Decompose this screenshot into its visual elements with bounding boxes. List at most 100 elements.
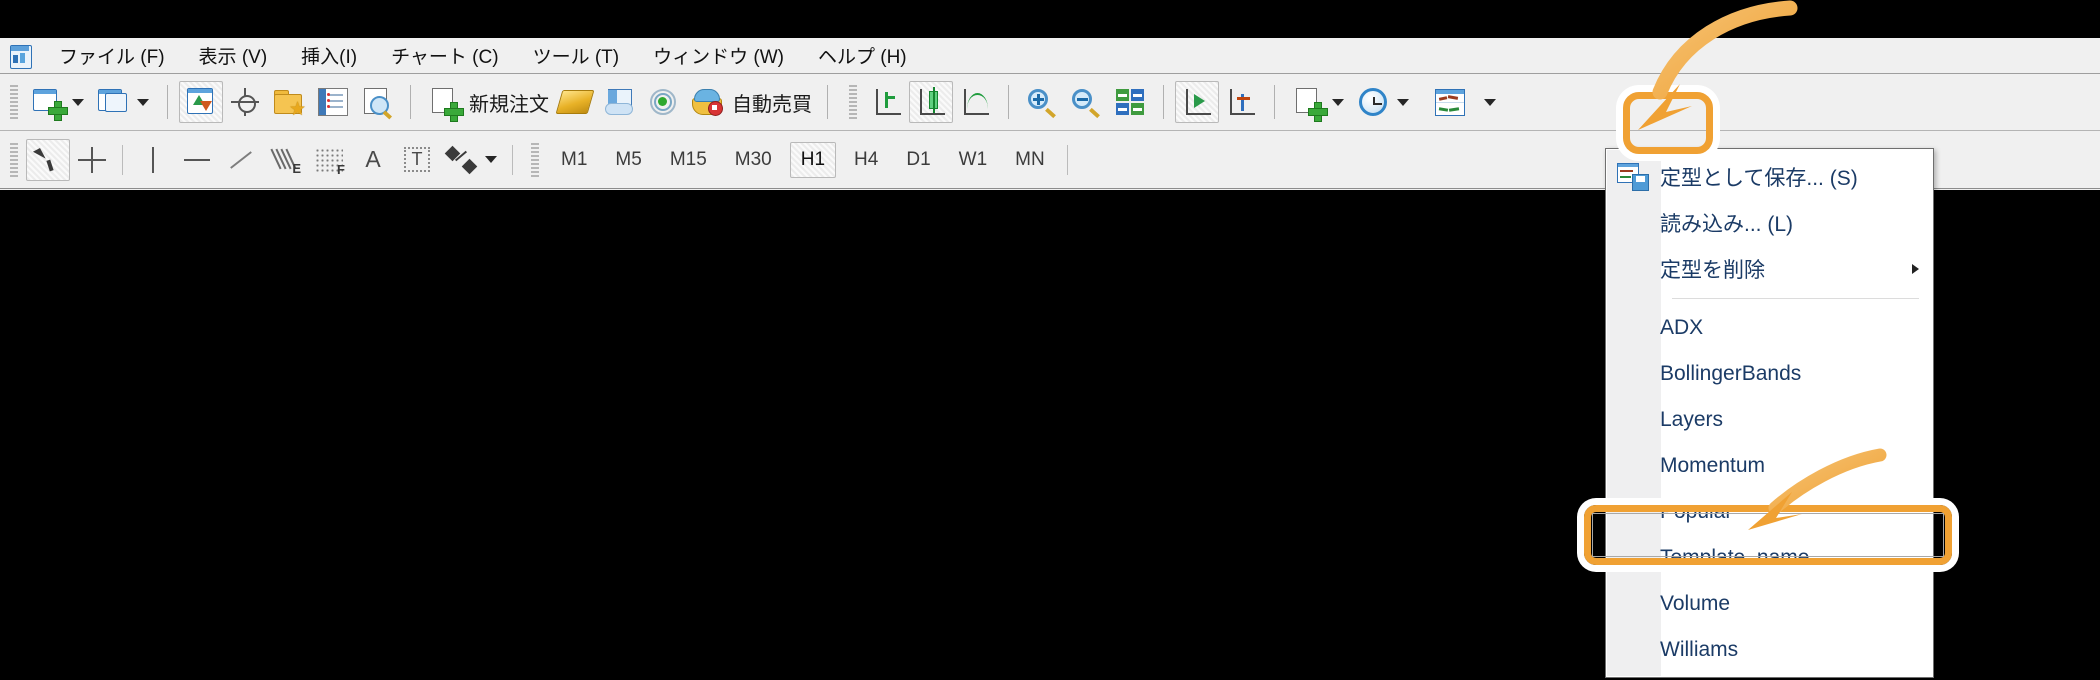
text-label-icon: T — [404, 147, 430, 172]
auto-scroll-icon — [1182, 88, 1212, 116]
menu-file[interactable]: ファイル (F) — [45, 38, 179, 73]
data-window-button[interactable] — [223, 81, 267, 123]
chart-shift-button[interactable] — [1219, 81, 1263, 123]
new-chart-caret-icon[interactable] — [72, 98, 84, 106]
crosshair-tool[interactable] — [70, 139, 114, 181]
menu-bar: ファイル (F) 表示 (V) 挿入(I) チャート (C) ツール (T) ウ… — [0, 38, 2100, 74]
toolbar-separator — [512, 144, 513, 175]
metaeditor-button[interactable] — [553, 81, 597, 123]
equidistant-channel-tool[interactable]: E — [263, 139, 307, 181]
vertical-line-tool[interactable] — [131, 139, 175, 181]
trendline-tool[interactable] — [219, 139, 263, 181]
toolbar-grip[interactable] — [846, 85, 860, 119]
cursor-tool[interactable] — [26, 138, 70, 181]
menu-insert[interactable]: 挿入(I) — [287, 38, 371, 73]
zoom-out-button[interactable] — [1064, 81, 1108, 123]
candlestick-chart-button[interactable] — [909, 81, 953, 123]
auto-scroll-button[interactable] — [1175, 81, 1219, 123]
toolbar-grip[interactable] — [7, 85, 21, 119]
menu-tools[interactable]: ツール (T) — [519, 38, 634, 73]
toolbar-grip[interactable] — [528, 142, 542, 177]
delete-template-label: 定型を削除 — [1660, 259, 1765, 282]
strategy-tester-button[interactable] — [355, 81, 399, 123]
timeframe-mn[interactable]: MN — [1005, 143, 1055, 177]
periods-button[interactable] — [1351, 81, 1395, 123]
zoom-in-button[interactable] — [1020, 81, 1064, 123]
toolbar-grip[interactable] — [7, 142, 21, 177]
shapes-icon — [444, 145, 478, 174]
navigator-folder-star-icon: ★ — [274, 89, 306, 119]
timeframe-m15[interactable]: M15 — [660, 143, 717, 177]
menu-window[interactable]: ウィンドウ (W) — [639, 38, 798, 73]
autotrading-button[interactable] — [685, 81, 729, 123]
market-watch-button[interactable] — [179, 81, 223, 123]
candlestick-chart-icon — [916, 87, 946, 116]
delete-template-item[interactable]: 定型を削除 — [1606, 246, 1933, 292]
template-item-momentum[interactable]: Momentum — [1606, 443, 1933, 489]
template-item-williams[interactable]: Williams — [1606, 627, 1933, 673]
new-order-icon — [430, 88, 464, 122]
zoom-out-icon — [1071, 88, 1101, 119]
new-order-label[interactable]: 新規注文 — [469, 88, 549, 117]
profiles-button[interactable] — [91, 81, 135, 123]
save-template-item[interactable]: 定型として保存... (S) — [1606, 154, 1933, 200]
timeframe-m5[interactable]: M5 — [605, 143, 651, 177]
fibonacci-retracement-tool[interactable]: F — [307, 139, 351, 181]
line-chart-button[interactable] — [953, 81, 997, 123]
profiles-icon — [97, 87, 129, 117]
fibonacci-grid-icon: F — [315, 147, 345, 177]
timeframe-m30[interactable]: M30 — [725, 143, 782, 177]
template-label: Williams — [1660, 638, 1739, 661]
menu-icon-slot — [1606, 246, 1660, 292]
signal-waves-icon — [649, 88, 677, 116]
periods-caret-icon[interactable] — [1397, 98, 1409, 106]
template-item-layers[interactable]: Layers — [1606, 397, 1933, 443]
profiles-caret-icon[interactable] — [137, 98, 149, 106]
menu-view[interactable]: 表示 (V) — [185, 38, 282, 73]
new-chart-icon — [32, 87, 68, 121]
template-label: BollingerBands — [1660, 362, 1802, 385]
timeframe-w1[interactable]: W1 — [949, 143, 998, 177]
template-item-bollingerbands[interactable]: BollingerBands — [1606, 351, 1933, 397]
vertical-line-icon — [152, 146, 154, 173]
mql5-community-button[interactable] — [597, 81, 641, 123]
horizontal-line-tool[interactable] — [175, 139, 219, 181]
market-watch-icon — [185, 87, 217, 117]
menu-help[interactable]: ヘルプ (H) — [804, 38, 921, 73]
indicators-caret-icon[interactable] — [1332, 98, 1344, 106]
templates-caret-icon[interactable] — [1484, 98, 1496, 106]
template-label: ADX — [1660, 316, 1704, 339]
tile-windows-button[interactable] — [1108, 81, 1152, 123]
text-label-tool[interactable]: T — [395, 139, 439, 181]
timeframe-d1[interactable]: D1 — [896, 143, 940, 177]
indicators-button[interactable] — [1286, 81, 1330, 123]
fibonacci-badge: F — [337, 161, 345, 177]
timeframe-m1[interactable]: M1 — [551, 143, 597, 177]
template-item-volume[interactable]: Volume — [1606, 581, 1933, 627]
signals-button[interactable] — [641, 81, 685, 123]
shapes-tool[interactable] — [439, 139, 483, 181]
template-label: Momentum — [1660, 454, 1766, 477]
chart-shift-icon — [1226, 88, 1256, 116]
metatrader-logo-icon — [6, 43, 36, 69]
text-tool[interactable]: A — [351, 139, 395, 181]
load-template-item[interactable]: 読み込み... (L) — [1606, 200, 1933, 246]
timeframe-h1[interactable]: H1 — [789, 141, 837, 178]
bar-chart-button[interactable] — [865, 81, 909, 123]
templates-button[interactable] — [1428, 81, 1472, 123]
navigator-button[interactable]: ★ — [267, 81, 311, 123]
timeframe-h4[interactable]: H4 — [844, 143, 888, 177]
toolbar-separator — [1066, 144, 1068, 175]
menu-icon-slot — [1606, 397, 1660, 443]
new-chart-button[interactable] — [26, 81, 70, 123]
shapes-caret-icon[interactable] — [485, 156, 497, 163]
new-order-button[interactable] — [422, 81, 466, 123]
tile-windows-icon — [1116, 89, 1144, 115]
application-window: ファイル (F) 表示 (V) 挿入(I) チャート (C) ツール (T) ウ… — [0, 0, 2100, 680]
menu-chart[interactable]: チャート (C) — [377, 38, 512, 73]
terminal-button[interactable] — [311, 81, 355, 123]
arrow-cursor-icon — [37, 147, 59, 173]
template-item-adx[interactable]: ADX — [1606, 305, 1933, 351]
autotrading-label[interactable]: 自動売買 — [732, 88, 812, 117]
toolbar-separator — [827, 85, 828, 119]
